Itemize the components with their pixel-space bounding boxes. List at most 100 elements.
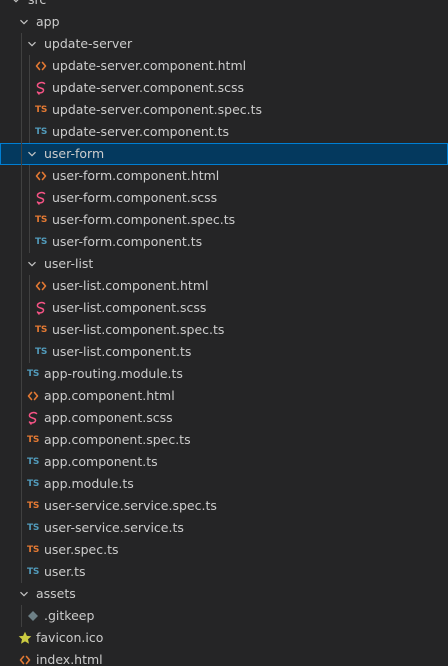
indent-guide [21,143,22,165]
indent-guide [21,33,22,55]
explorer-row-file-app-component-scss[interactable]: app.component.scss [0,407,448,429]
indent-guide [21,517,22,539]
indent-guide [21,231,22,253]
explorer-row-folder-user-list[interactable]: user-list [0,253,448,275]
indent-guide [29,209,30,231]
explorer-row-file-app-routing-module-ts[interactable]: TS app-routing.module.ts [0,363,448,385]
indent-guide [21,209,22,231]
chevron-down-icon[interactable] [24,33,40,55]
explorer-row-file-update-server-component-ts[interactable]: TS update-server.component.ts [0,121,448,143]
chevron-down-icon[interactable] [24,253,40,275]
explorer-item-label: app-routing.module.ts [44,366,183,381]
html-file-icon [24,385,42,407]
chevron-down-icon[interactable] [24,143,40,165]
explorer-item-label: user-form.component.scss [52,190,218,205]
indent-guide [21,473,22,495]
explorer-row-file-app-component-ts[interactable]: TS app.component.ts [0,451,448,473]
explorer-row-file-app-module-ts[interactable]: TS app.module.ts [0,473,448,495]
explorer-item-label: app.component.html [44,388,175,403]
indent-guide [29,187,30,209]
indent-guide [21,363,22,385]
explorer-item-label: update-server [44,36,133,51]
typescript-file-icon: TS [34,347,48,357]
html-file-icon [32,165,50,187]
explorer-row-file-app-component-spec-ts[interactable]: TS app.component.spec.ts [0,429,448,451]
explorer-row-file-user-form-component-html[interactable]: user-form.component.html [0,165,448,187]
indent-guide [29,165,30,187]
indent-guide [21,297,22,319]
explorer-item-label: app.component.ts [44,454,158,469]
indent-guide [29,231,30,253]
explorer-row-file-user-service-service-ts[interactable]: TS user-service.service.ts [0,517,448,539]
indent-guide [29,341,30,363]
explorer-item-label: user-service.service.ts [44,520,184,535]
indent-guide [29,275,30,297]
explorer-row-file-user-list-component-scss[interactable]: user-list.component.scss [0,297,448,319]
file-explorer-tree: src app update-server update-server.compone… [0,0,448,666]
explorer-item-label: user-form.component.spec.ts [52,212,236,227]
indent-guide [21,165,22,187]
explorer-row-file-user-list-component-html[interactable]: user-list.component.html [0,275,448,297]
html-file-icon [32,275,50,297]
explorer-row-file-gitkeep[interactable]: .gitkeep [0,605,448,627]
html-file-icon [16,649,34,666]
explorer-row-folder-src[interactable]: src [0,0,448,11]
explorer-row-file-update-server-component-scss[interactable]: update-server.component.scss [0,77,448,99]
explorer-row-folder-app[interactable]: app [0,11,448,33]
typescript-file-icon: TS [26,523,40,533]
explorer-row-file-update-server-component-spec-ts[interactable]: TS update-server.component.spec.ts [0,99,448,121]
html-file-icon [32,55,50,77]
typescript-file-icon: TS [34,127,48,137]
explorer-item-label: update-server.component.html [52,58,247,73]
indent-guide [21,539,22,561]
indent-guide [21,385,22,407]
chevron-down-icon[interactable] [16,583,32,605]
sass-file-icon [32,77,50,99]
ts-spec-file-icon: TS [26,501,40,511]
indent-guide [29,319,30,341]
indent-guide [29,99,30,121]
sass-file-icon [32,297,50,319]
chevron-down-icon[interactable] [8,0,24,11]
explorer-item-label: src [28,0,46,11]
explorer-row-file-user-form-component-scss[interactable]: user-form.component.scss [0,187,448,209]
explorer-row-file-user-list-component-ts[interactable]: TS user-list.component.ts [0,341,448,363]
indent-guide [21,55,22,77]
explorer-row-file-user-service-service-spec-ts[interactable]: TS user-service.service.spec.ts [0,495,448,517]
explorer-row-file-user-form-component-ts[interactable]: TS user-form.component.ts [0,231,448,253]
explorer-row-file-user-list-component-spec-ts[interactable]: TS user-list.component.spec.ts [0,319,448,341]
indent-guide [29,121,30,143]
chevron-down-icon[interactable] [16,11,32,33]
explorer-row-file-user-spec-ts[interactable]: TS user.spec.ts [0,539,448,561]
typescript-file-icon: TS [34,237,48,247]
explorer-row-file-favicon-ico[interactable]: favicon.ico [0,627,448,649]
explorer-item-label: user-form.component.html [52,168,220,183]
explorer-row-file-user-ts[interactable]: TS user.ts [0,561,448,583]
explorer-row-file-update-server-component-html[interactable]: update-server.component.html [0,55,448,77]
typescript-file-icon: TS [26,479,40,489]
star-icon [16,627,34,649]
explorer-item-label: user-service.service.spec.ts [44,498,217,513]
explorer-item-label: user-list.component.html [52,278,209,293]
indent-guide [21,429,22,451]
explorer-row-file-app-component-html[interactable]: app.component.html [0,385,448,407]
indent-guide [21,187,22,209]
indent-guide [21,341,22,363]
explorer-item-label: user-form.component.ts [52,234,203,249]
indent-guide [29,77,30,99]
explorer-item-label: update-server.component.scss [52,80,245,95]
explorer-row-file-index-html[interactable]: index.html [0,649,448,666]
typescript-file-icon: TS [26,567,40,577]
explorer-row-folder-user-form[interactable]: user-form [0,143,448,165]
explorer-row-folder-update-server[interactable]: update-server [0,33,448,55]
indent-guide [21,275,22,297]
indent-guide [21,605,22,627]
explorer-row-folder-assets[interactable]: assets [0,583,448,605]
explorer-item-label: app.module.ts [44,476,134,491]
explorer-row-file-user-form-component-spec-ts[interactable]: TS user-form.component.spec.ts [0,209,448,231]
explorer-item-label: user-form [44,146,105,161]
explorer-item-label: app [36,14,60,29]
sass-file-icon [32,187,50,209]
indent-guide [21,99,22,121]
indent-guide [29,297,30,319]
